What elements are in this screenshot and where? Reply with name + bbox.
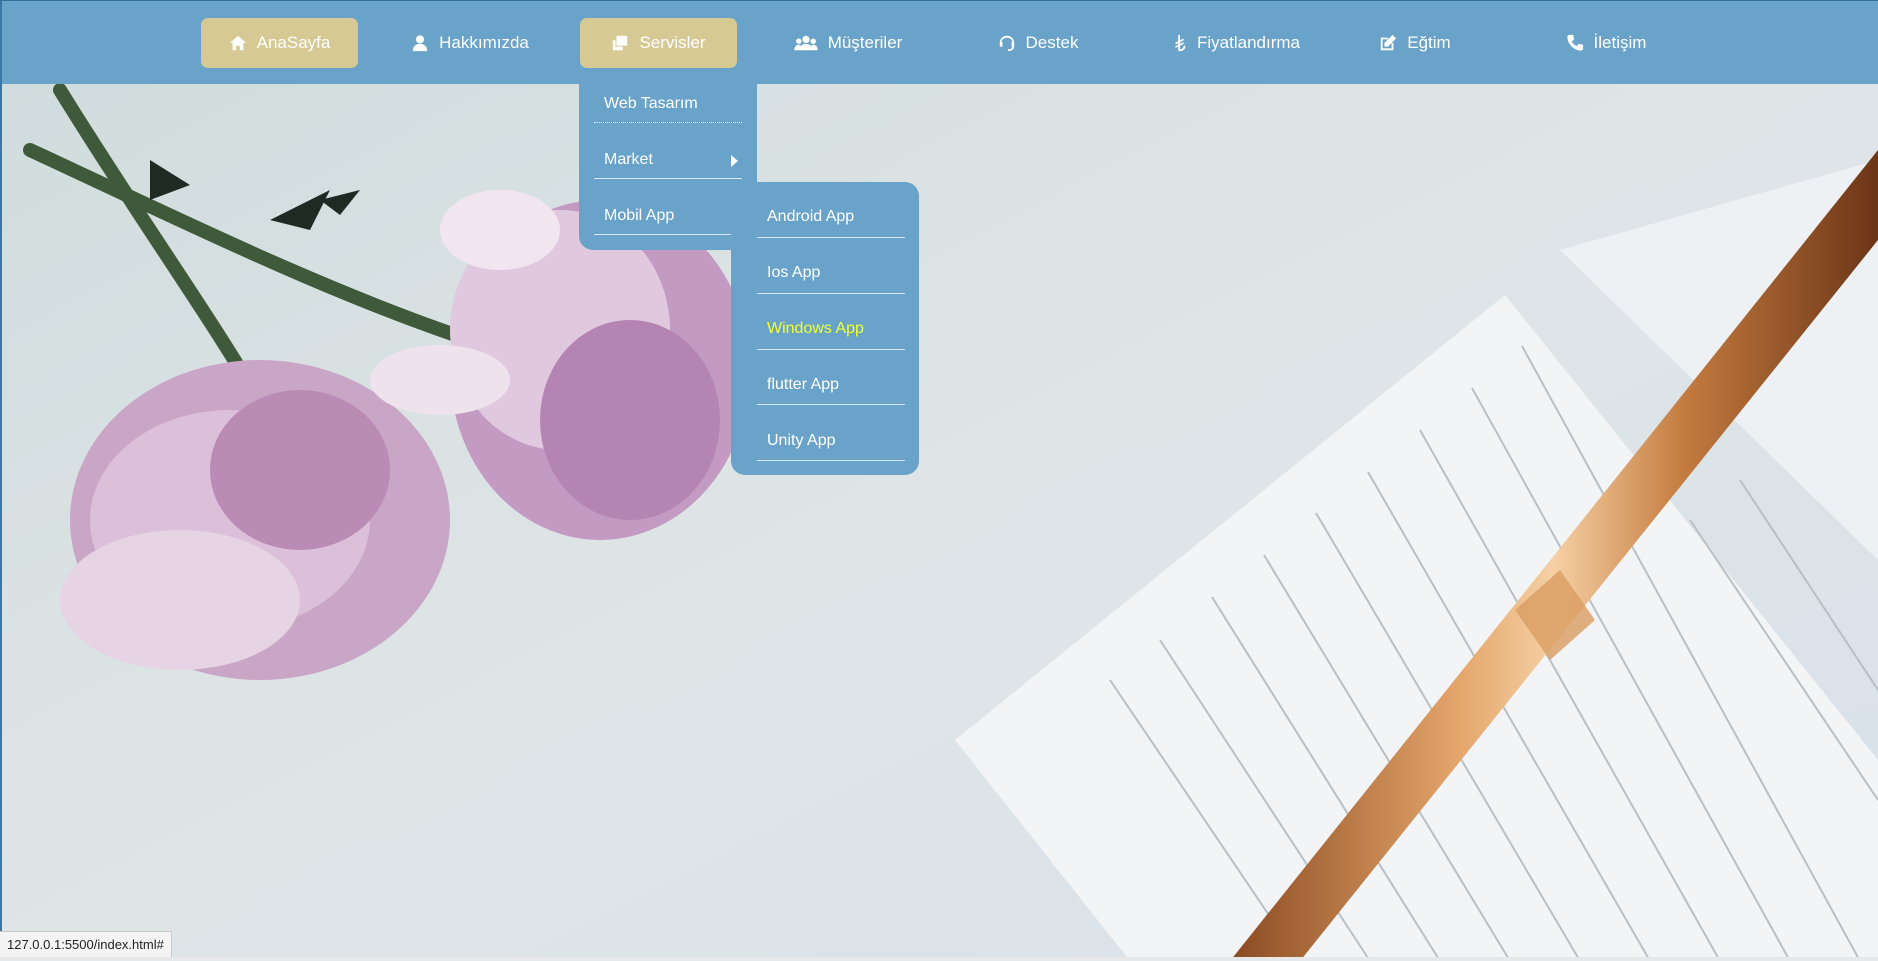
submenu-item-ios-app[interactable]: Ios App — [757, 263, 905, 294]
home-icon — [229, 34, 247, 52]
menu-item-mobil-app[interactable]: Mobil App — [594, 206, 742, 235]
nav-item-label: Eğtim — [1407, 33, 1451, 52]
nav-item-servisler[interactable]: Servisler — [580, 18, 737, 68]
nav-item-musteriler[interactable]: Müşteriler — [772, 18, 924, 68]
status-url: 127.0.0.1:5500/index.html# — [7, 937, 164, 952]
nav-item-label: Müşteriler — [827, 33, 903, 52]
menu-item-label: Mobil App — [604, 207, 675, 224]
submenu-item-label: Android App — [767, 208, 855, 225]
menu-item-market[interactable]: Market — [594, 150, 742, 179]
menu-item-label: Web Tasarım — [604, 95, 698, 112]
nav-item-iletisim[interactable]: İletişim — [1530, 18, 1682, 68]
menu-divider — [757, 404, 905, 405]
page-left-border — [0, 84, 2, 957]
menu-divider — [757, 293, 905, 294]
edit-icon — [1379, 34, 1397, 52]
nav-item-destek[interactable]: Destek — [962, 18, 1114, 68]
menu-item-label: Market — [604, 151, 653, 168]
user-icon — [411, 34, 429, 52]
menu-divider — [757, 460, 905, 461]
mobile-app-submenu: Android App Ios App Windows App flutter … — [731, 182, 919, 475]
headset-icon — [998, 34, 1016, 52]
users-icon — [793, 34, 818, 52]
nav-item-fiyatlandirma[interactable]: Fiyatlandırma — [1144, 18, 1329, 68]
menu-divider — [757, 349, 905, 350]
submenu-item-unity-app[interactable]: Unity App — [757, 431, 905, 461]
caret-right-icon — [731, 155, 738, 167]
nav-item-label: Destek — [1025, 33, 1079, 52]
lira-icon — [1173, 34, 1187, 52]
nav-item-label: AnaSayfa — [256, 33, 331, 52]
submenu-item-flutter-app[interactable]: flutter App — [757, 375, 905, 405]
window-bottom-edge — [0, 957, 1878, 961]
submenu-item-label: Ios App — [767, 264, 821, 281]
nav-item-hakkimizda[interactable]: Hakkımızda — [390, 18, 550, 68]
submenu-item-label: Unity App — [767, 432, 836, 449]
nav-item-label: Fiyatlandırma — [1197, 33, 1300, 52]
main-navbar: AnaSayfa Hakkımızda Servisler Müşteriler… — [0, 0, 1878, 84]
menu-divider — [594, 122, 742, 123]
submenu-item-label: Windows App — [767, 320, 864, 337]
menu-divider — [757, 237, 905, 238]
submenu-item-label: flutter App — [767, 376, 840, 393]
nav-item-anasayfa[interactable]: AnaSayfa — [201, 18, 358, 68]
clone-icon — [611, 34, 629, 52]
phone-icon — [1566, 34, 1584, 52]
nav-item-label: İletişim — [1593, 33, 1647, 52]
submenu-item-windows-app[interactable]: Windows App — [757, 319, 905, 350]
nav-item-label: Hakkımızda — [439, 33, 529, 52]
menu-item-web-tasarim[interactable]: Web Tasarım — [594, 94, 742, 123]
nav-item-egtim[interactable]: Eğtim — [1339, 18, 1491, 68]
hero-background-image — [0, 0, 1878, 961]
menu-divider — [594, 178, 742, 179]
nav-item-label: Servisler — [639, 33, 706, 52]
submenu-item-android-app[interactable]: Android App — [757, 207, 905, 238]
browser-status-bar: 127.0.0.1:5500/index.html# — [0, 931, 172, 958]
menu-divider — [594, 234, 742, 235]
